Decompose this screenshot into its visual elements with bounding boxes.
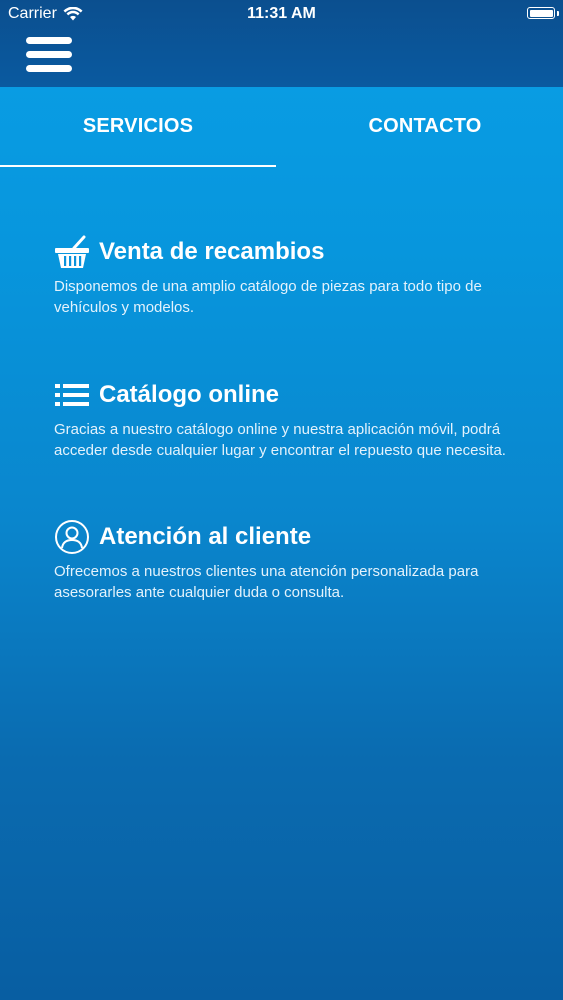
service-title: Catálogo online <box>99 381 279 408</box>
service-catalogo-online: Catálogo online Gracias a nuestro catálo… <box>54 378 534 461</box>
service-header: Atención al cliente <box>54 520 534 554</box>
service-header: Venta de recambios <box>54 235 534 269</box>
menu-line-bottom <box>26 65 72 72</box>
battery-icon <box>527 7 559 19</box>
user-circle-icon <box>54 520 90 554</box>
app-screen: Carrier 11:31 AM SERVICIOS CONTACTO Vent… <box>0 0 563 1000</box>
tab-bar: SERVICIOS CONTACTO <box>0 87 563 167</box>
service-title: Atención al cliente <box>99 523 312 550</box>
menu-line-middle <box>26 51 72 58</box>
service-title: Venta de recambios <box>99 238 325 265</box>
tab-contacto-label: CONTACTO <box>368 114 482 137</box>
service-atencion-cliente: Atención al cliente Ofrecemos a nuestros… <box>54 520 534 603</box>
status-time: 11:31 AM <box>247 5 316 22</box>
status-bar: Carrier 11:31 AM <box>0 0 563 30</box>
service-header: Catálogo online <box>54 378 534 412</box>
menu-line-top <box>26 37 72 44</box>
service-description: Ofrecemos a nuestros clientes una atenci… <box>54 563 479 601</box>
basket-icon <box>54 235 90 269</box>
service-venta-recambios: Venta de recambios Disponemos de una amp… <box>54 235 534 318</box>
service-description: Gracias a nuestro catálogo online y nues… <box>54 421 506 459</box>
tab-selected-indicator <box>0 165 276 167</box>
hamburger-menu-icon[interactable] <box>26 37 72 73</box>
tab-servicios-label: SERVICIOS <box>82 114 194 137</box>
top-bar: Carrier 11:31 AM <box>0 0 563 87</box>
battery-level <box>529 9 553 17</box>
tab-servicios[interactable]: SERVICIOS <box>0 87 276 165</box>
service-description: Disponemos de una amplio catálogo de pie… <box>54 278 482 316</box>
list-icon <box>54 378 90 412</box>
battery-nub <box>556 11 559 16</box>
tab-contacto[interactable]: CONTACTO <box>287 87 563 165</box>
